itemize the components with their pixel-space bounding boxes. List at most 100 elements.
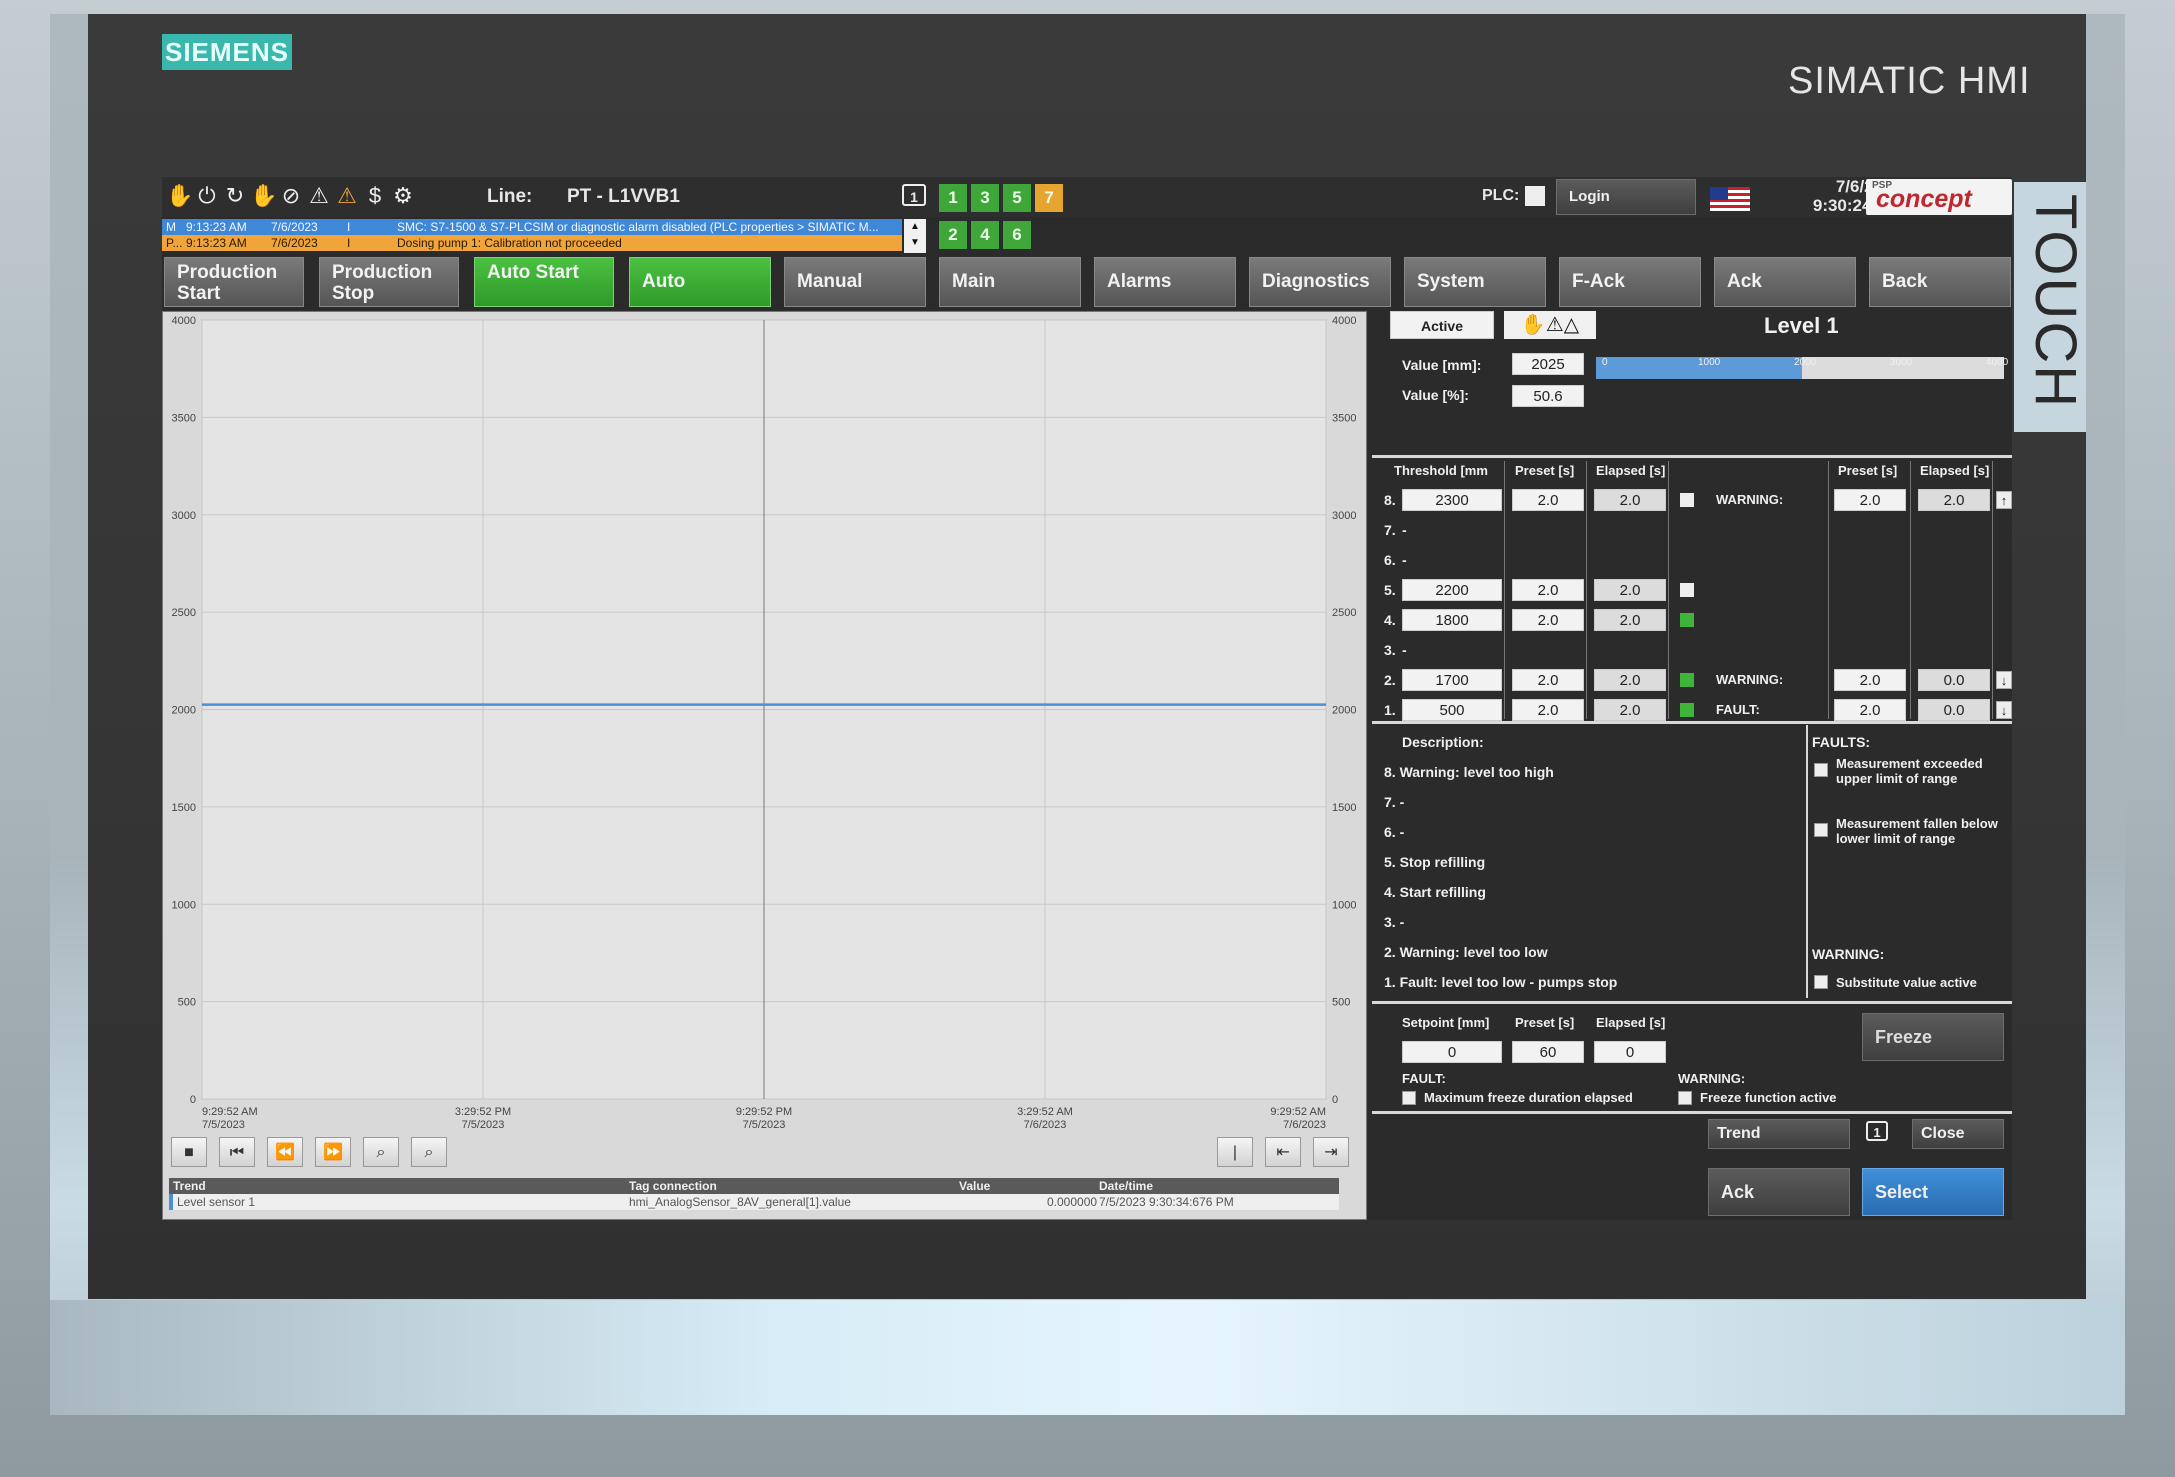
nav-button-production-stop[interactable]: Production Stop	[319, 257, 459, 307]
logo-text: concept	[1876, 185, 1972, 213]
nav-button-back[interactable]: Back	[1869, 257, 2011, 307]
y-tick-label-left: 2000	[172, 705, 196, 717]
rewind-button[interactable]: ⏪	[267, 1137, 303, 1167]
screen-counter-icon[interactable]: 1	[1866, 1121, 1888, 1141]
level-bar: 0 1000 2000 3000 4000	[1596, 357, 2008, 379]
select-button[interactable]: Select	[1862, 1168, 2004, 1216]
y-tick-label-left: 3000	[172, 510, 196, 522]
table-row[interactable]: Level sensor 1 hmi_AnalogSensor_8AV_gene…	[169, 1194, 1339, 1210]
threshold-col-header: Threshold [mm	[1394, 463, 1488, 478]
threshold-preset-input[interactable]: 2.0	[1512, 699, 1584, 721]
fault-upper-checkbox[interactable]	[1814, 763, 1828, 777]
us-flag-icon[interactable]	[1710, 187, 1750, 211]
forward-button[interactable]: ⏩	[315, 1137, 351, 1167]
ruler-right-icon[interactable]: ⇥	[1313, 1137, 1349, 1167]
group-2-button[interactable]: 2	[939, 221, 967, 249]
group-1-button[interactable]: 1	[939, 184, 967, 212]
threshold-value-input[interactable]: 500	[1402, 699, 1502, 721]
msg-state: I	[347, 236, 351, 250]
threshold-elapsed-value: 2.0	[1594, 669, 1666, 691]
group-3-button[interactable]: 3	[971, 184, 999, 212]
nav-button-auto[interactable]: Auto	[629, 257, 771, 307]
threshold-preset-input[interactable]: 2.0	[1512, 579, 1584, 601]
msg-date: 7/6/2023	[271, 220, 318, 234]
threshold-right-label: WARNING:	[1716, 492, 1784, 507]
alarm-message-row[interactable]: M 9:13:23 AM 7/6/2023 I SMC: S7-1500 & S7-PL…	[162, 219, 902, 235]
freeze-preset-input[interactable]: 60	[1512, 1041, 1584, 1063]
threshold-value-input[interactable]: 2200	[1402, 579, 1502, 601]
trend-button[interactable]: Trend	[1708, 1119, 1850, 1149]
fault-lower-checkbox[interactable]	[1814, 823, 1828, 837]
nav-button-alarms[interactable]: Alarms	[1094, 257, 1236, 307]
substitute-value-checkbox[interactable]	[1814, 975, 1828, 989]
scroll-up-icon[interactable]: ▲	[904, 219, 926, 235]
threshold-preset-input[interactable]: 2.0	[1512, 669, 1584, 691]
group-5-button[interactable]: 5	[1003, 184, 1031, 212]
warning-icon: ⚠	[309, 183, 329, 208]
threshold-preset-input[interactable]: 2.0	[1512, 489, 1584, 511]
message-scroll-control[interactable]: ▲ ▼	[904, 219, 926, 253]
zoom-out-icon[interactable]: ⌕	[411, 1137, 447, 1167]
group-6-button[interactable]: 6	[1003, 221, 1031, 249]
group-4-button[interactable]: 4	[971, 221, 999, 249]
zoom-in-icon[interactable]: ⌕	[363, 1137, 399, 1167]
grid-line	[1504, 461, 1505, 719]
warning-icon: ⚠	[1545, 314, 1564, 336]
alarm-message-list[interactable]: M 9:13:23 AM 7/6/2023 I SMC: S7-1500 & S7-PL…	[162, 219, 902, 253]
threshold-value-input[interactable]: 2300	[1402, 489, 1502, 511]
nav-button-diagnostics[interactable]: Diagnostics	[1249, 257, 1391, 307]
trend-view[interactable]: 0 0 500 500 1000 1000 1500 1500 2000 2000 2500 2500…	[162, 311, 1367, 1220]
threshold-col-header: Preset [s]	[1515, 463, 1575, 478]
stop-button[interactable]: ■	[171, 1137, 207, 1167]
nav-button-system[interactable]: System	[1404, 257, 1546, 307]
threshold-elapsed-value: 2.0	[1594, 489, 1666, 511]
threshold-index: 5.	[1384, 582, 1396, 598]
setpoint-input[interactable]: 0	[1402, 1041, 1502, 1063]
login-button[interactable]: Login	[1556, 179, 1696, 215]
thumbs-up-icon: ✋	[1520, 314, 1546, 336]
screen-counter-icon[interactable]: 1	[902, 184, 926, 206]
group-7-button[interactable]: 7	[1035, 184, 1063, 212]
close-button[interactable]: Close	[1912, 1119, 2004, 1149]
arrow-down-icon: ↓	[1996, 701, 2012, 719]
level-bar-tick: 0	[1602, 357, 1608, 368]
ack-button[interactable]: Ack	[1708, 1168, 1850, 1216]
line-value: PT - L1VVB1	[567, 186, 680, 207]
threshold-right-preset-input[interactable]: 2.0	[1834, 489, 1906, 511]
plc-status-indicator	[1525, 186, 1545, 206]
level-bar-tick: 1000	[1698, 357, 1721, 368]
description-item: 1. Fault: level too low - pumps stop	[1384, 974, 1618, 990]
scroll-down-icon[interactable]: ▼	[904, 235, 926, 251]
description-item: 3. -	[1384, 914, 1405, 930]
divider	[1372, 1001, 2012, 1004]
alarm-message-row[interactable]: P... 9:13:23 AM 7/6/2023 I Dosing pump 1: Ca…	[162, 235, 902, 251]
threshold-right-preset-input[interactable]: 2.0	[1834, 699, 1906, 721]
nav-button-auto-start[interactable]: Auto Start	[474, 257, 614, 307]
freeze-active-checkbox[interactable]	[1678, 1091, 1692, 1105]
max-freeze-checkbox[interactable]	[1402, 1091, 1416, 1105]
trend-chart[interactable]: 0 0 500 500 1000 1000 1500 1500 2000 2000 2500 2500…	[163, 312, 1366, 1219]
threshold-status-indicator	[1680, 703, 1694, 717]
nav-button-production-start[interactable]: Production Start	[164, 257, 304, 307]
description-item: 7. -	[1384, 794, 1405, 810]
ruler-icon[interactable]: |	[1217, 1137, 1253, 1167]
grid-line	[1586, 461, 1587, 719]
nav-button-main[interactable]: Main	[939, 257, 1081, 307]
x-tick-time: 3:29:52 AM	[1017, 1106, 1073, 1118]
first-page-button[interactable]: ⏮	[219, 1137, 255, 1167]
nav-button-manual[interactable]: Manual	[784, 257, 926, 307]
faults-header: FAULTS:	[1812, 734, 1871, 750]
freeze-button[interactable]: Freeze	[1862, 1013, 2004, 1061]
threshold-value-input[interactable]: 1800	[1402, 609, 1502, 631]
ruler-left-icon[interactable]: ⇤	[1265, 1137, 1301, 1167]
threshold-index: 3.	[1384, 642, 1396, 658]
nav-button-ack[interactable]: Ack	[1714, 257, 1856, 307]
warning-orange-icon: ⚠	[337, 183, 357, 208]
threshold-value-input[interactable]: 1700	[1402, 669, 1502, 691]
threshold-preset-input[interactable]: 2.0	[1512, 609, 1584, 631]
threshold-right-elapsed-value: 0.0	[1918, 699, 1990, 721]
nav-button-f-ack[interactable]: F-Ack	[1559, 257, 1701, 307]
threshold-right-preset-input[interactable]: 2.0	[1834, 669, 1906, 691]
trend-table[interactable]: Trend Tag connection Value Date/time Lev…	[169, 1178, 1339, 1212]
threshold-status-indicator	[1680, 673, 1694, 687]
